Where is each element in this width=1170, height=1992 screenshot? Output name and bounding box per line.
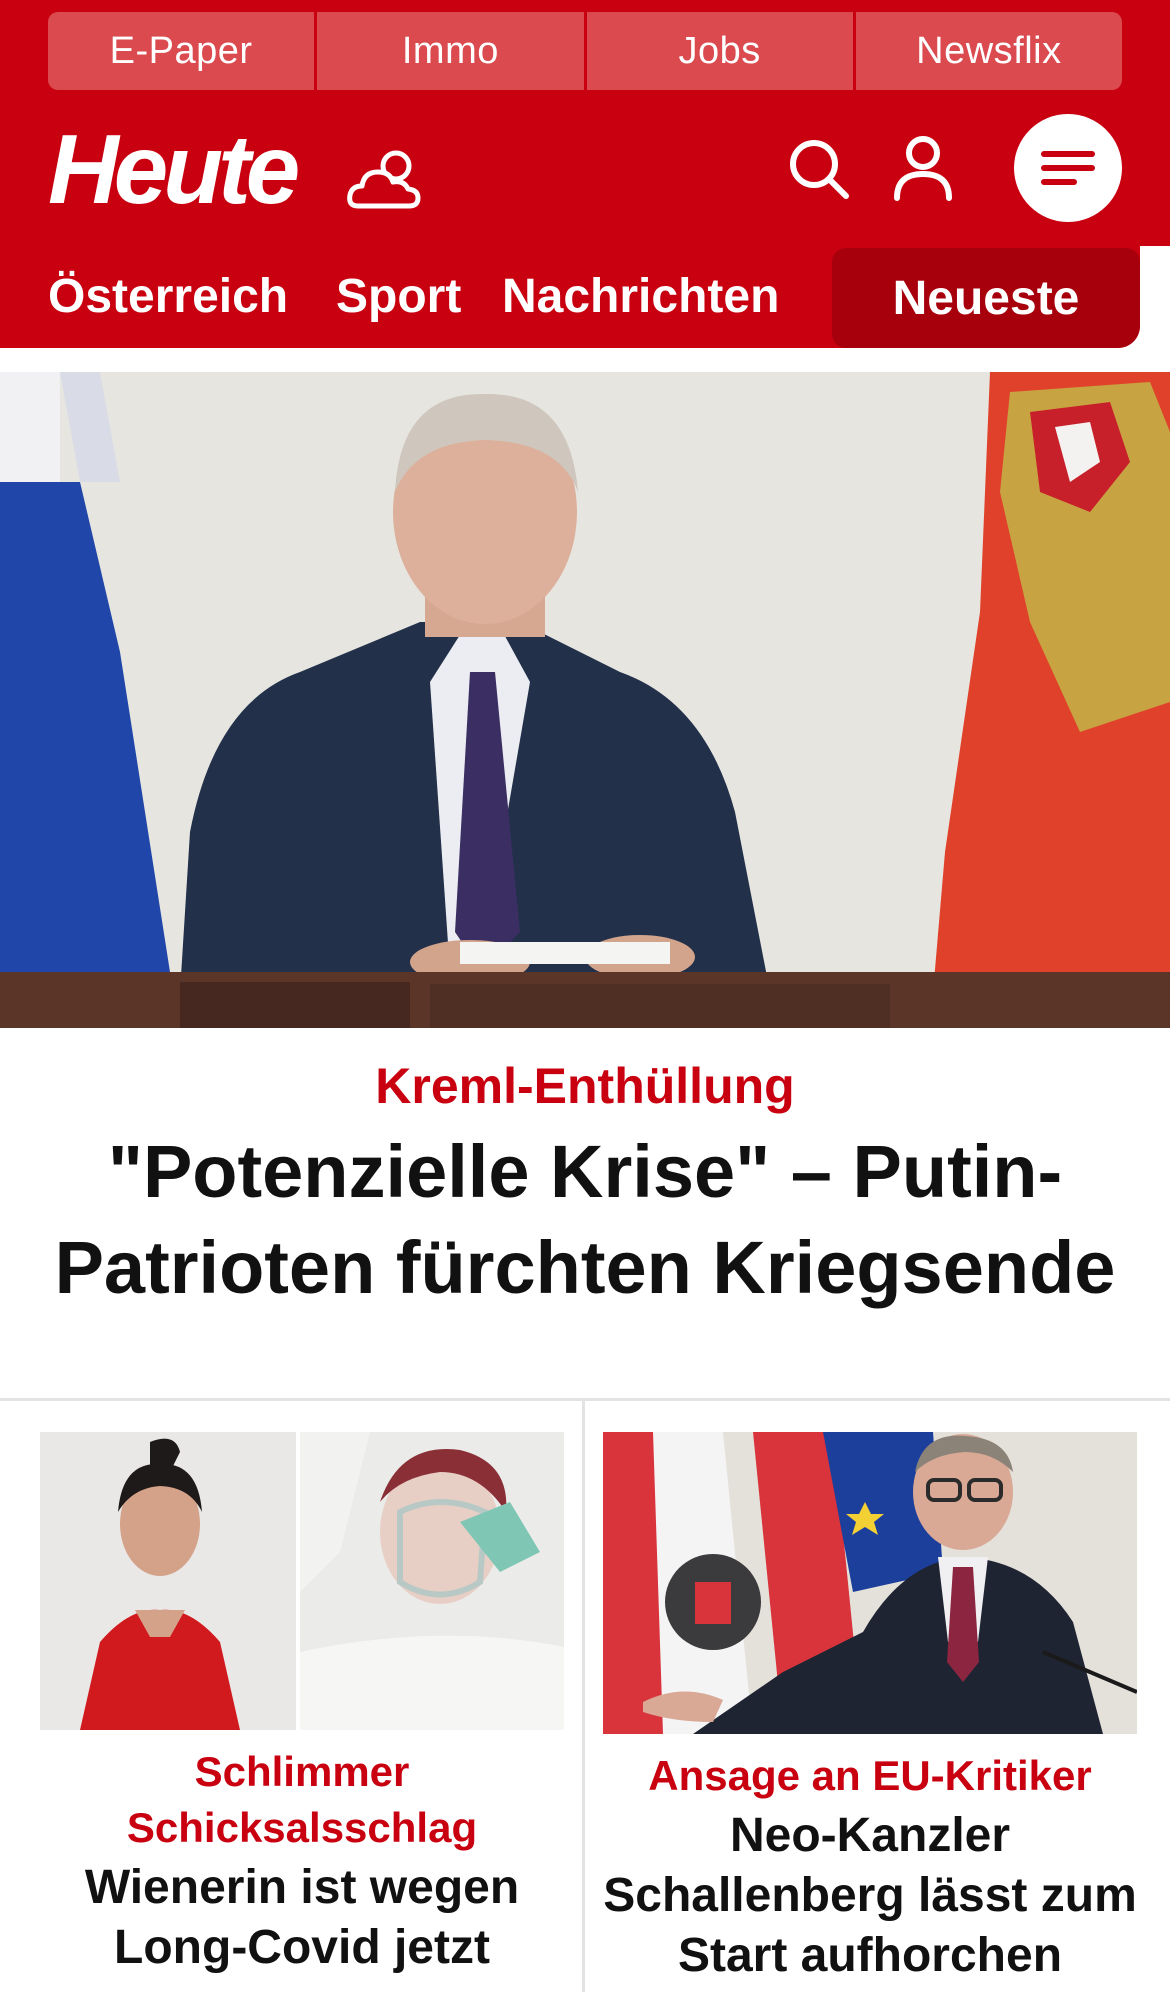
- service-link-immo[interactable]: Immo: [314, 12, 584, 90]
- hero-photo: [0, 372, 1170, 1028]
- nav-item-nachrichten[interactable]: Nachrichten: [502, 266, 779, 328]
- menu-button[interactable]: [1014, 114, 1122, 222]
- service-link-newsflix[interactable]: Newsflix: [852, 12, 1122, 90]
- nav-item-neueste[interactable]: Neueste: [832, 248, 1140, 348]
- search-icon[interactable]: [786, 136, 852, 202]
- teaser-headline-right[interactable]: Neo-Kanzler Schallenberg lässt zum Start…: [603, 1806, 1137, 1986]
- nav-item-oesterreich[interactable]: Österreich: [48, 266, 288, 328]
- site-logo[interactable]: Heute: [48, 120, 300, 218]
- service-bar: E-Paper Immo Jobs Newsflix: [48, 12, 1122, 90]
- nav-item-sport[interactable]: Sport: [336, 266, 461, 328]
- service-link-epaper[interactable]: E-Paper: [48, 12, 315, 90]
- site-header: E-Paper Immo Jobs Newsflix Heute Österre…: [0, 0, 1170, 348]
- menu-icon: [1041, 151, 1095, 185]
- hero-headline[interactable]: "Potenzielle Krise" – Putin-Patrioten fü…: [40, 1124, 1130, 1316]
- hero-kicker: Kreml-Enthüllung: [375, 1058, 795, 1114]
- teaser-kicker-left: Schlimmer Schicksalsschlag: [126, 1748, 478, 1851]
- hero-article-image[interactable]: [0, 372, 1170, 1028]
- teaser-photo-right: [603, 1432, 1137, 1734]
- teaser-photo-left: [40, 1432, 564, 1730]
- weather-cloud-icon[interactable]: [346, 146, 422, 216]
- teaser-headline-left[interactable]: Wienerin ist wegen Long-Covid jetzt: [40, 1858, 564, 1978]
- section-divider: [0, 1398, 1170, 1401]
- service-link-jobs[interactable]: Jobs: [583, 12, 853, 90]
- user-icon[interactable]: [890, 134, 956, 204]
- teaser-image-left[interactable]: [40, 1432, 564, 1730]
- teaser-image-right[interactable]: [603, 1432, 1137, 1734]
- teaser-kicker-right: Ansage an EU-Kritiker: [648, 1752, 1092, 1799]
- column-divider: [582, 1401, 585, 1992]
